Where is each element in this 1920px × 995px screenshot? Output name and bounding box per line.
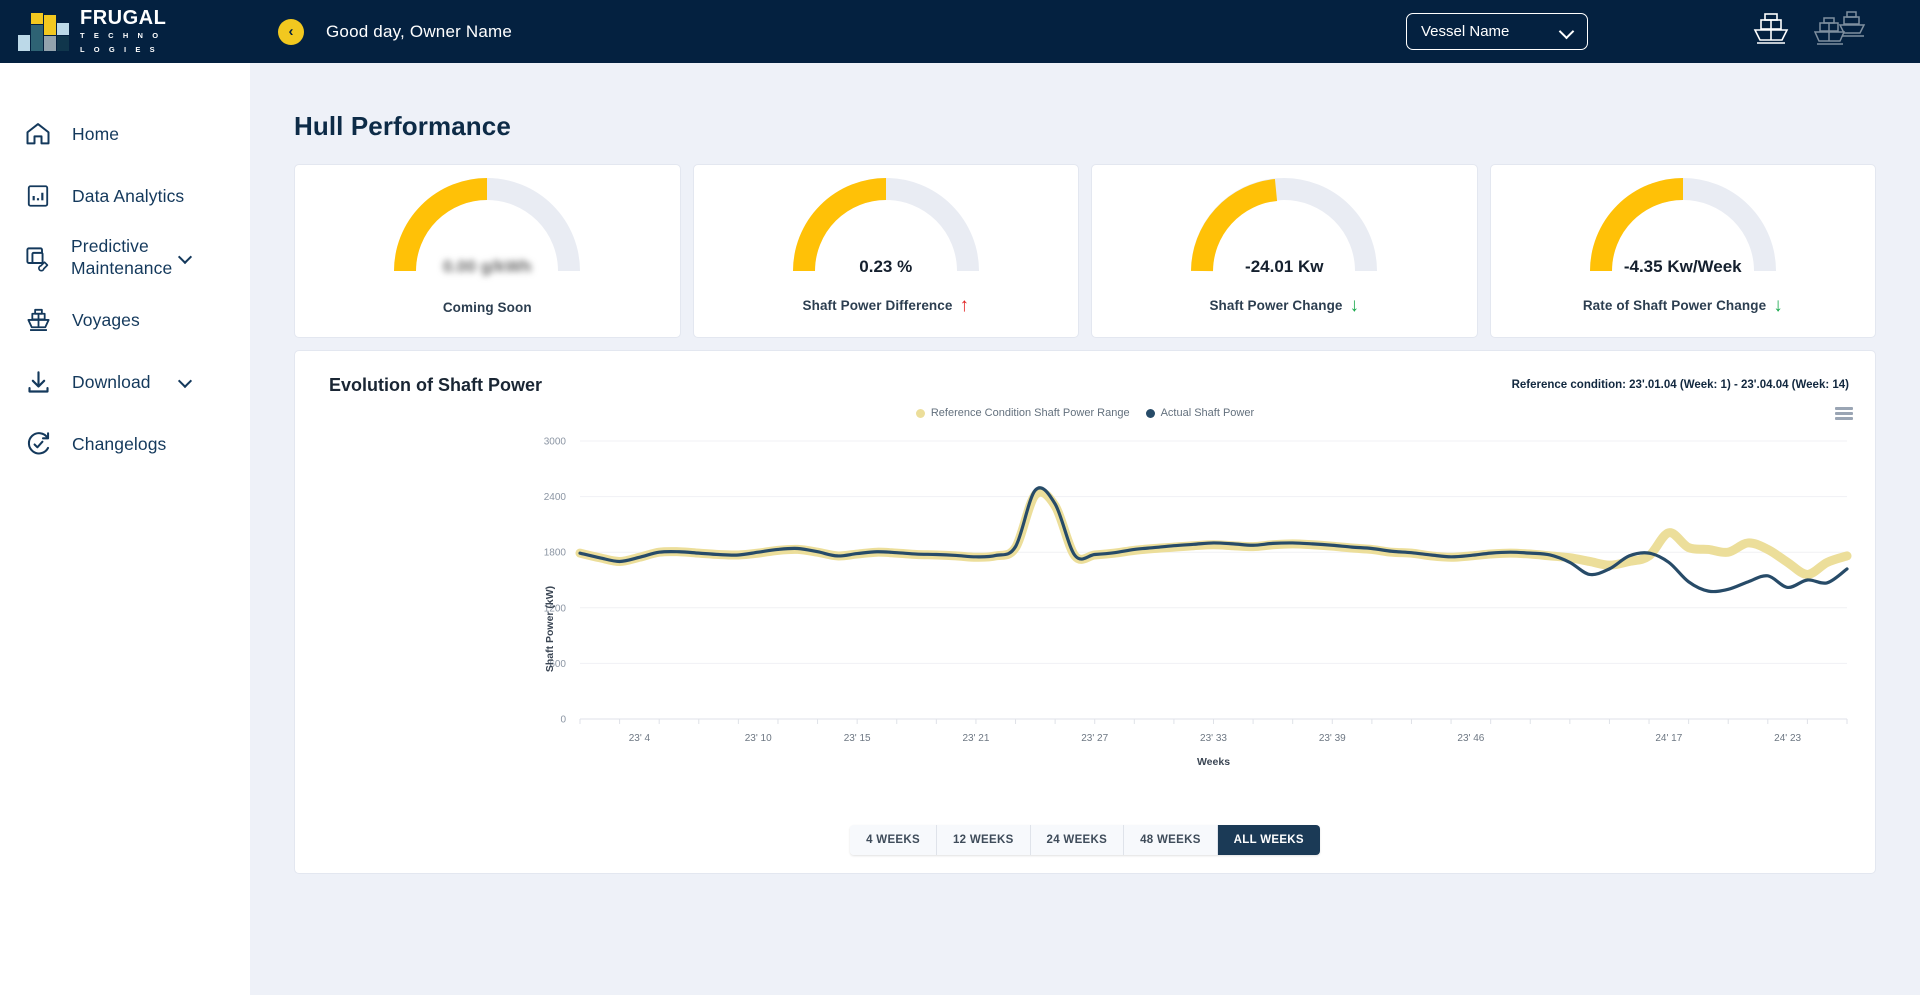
- svg-text:2400: 2400: [544, 492, 567, 503]
- kpi-label: Shaft Power Change: [1209, 298, 1343, 313]
- brand-name: FRUGAL: [80, 6, 167, 29]
- kpi-card-shaft-power-change: -24.01 Kw Shaft Power Change ↓: [1091, 164, 1478, 338]
- brand-logo[interactable]: FRUGAL T E C H N O L O G I E S: [18, 8, 208, 56]
- sidebar-item-label: Predictive Maintenance: [71, 236, 173, 278]
- sidebar-item-label: Voyages: [72, 309, 140, 330]
- svg-text:24' 17: 24' 17: [1655, 733, 1682, 744]
- home-icon: [20, 120, 56, 148]
- main-content: Hull Performance 0.00 g/kWh Coming Soon: [250, 63, 1920, 995]
- top-bar: FRUGAL T E C H N O L O G I E S ‹ Good da…: [0, 0, 1920, 63]
- svg-text:24' 23: 24' 23: [1774, 733, 1801, 744]
- chart-bar-icon: [20, 183, 56, 209]
- brand-tagline-2: L O G I E S: [80, 44, 159, 54]
- chart-title: Evolution of Shaft Power: [329, 375, 543, 395]
- time-range-selector: 4 WEEKS 12 WEEKS 24 WEEKS 48 WEEKS ALL W…: [295, 825, 1875, 855]
- kpi-label: Shaft Power Difference: [802, 298, 953, 313]
- legend-swatch-icon: [915, 408, 925, 418]
- svg-text:0: 0: [560, 715, 566, 726]
- svg-text:23' 27: 23' 27: [1081, 733, 1108, 744]
- greeting-text: Good day, Owner Name: [326, 21, 513, 41]
- kpi-value: 0.00 g/kWh: [442, 257, 532, 276]
- gauge-shaft-power-difference: 0.23 %: [786, 175, 986, 279]
- svg-text:23' 10: 23' 10: [745, 733, 772, 744]
- kpi-label: Rate of Shaft Power Change: [1582, 298, 1767, 313]
- vessel-select-value: Vessel Name: [1421, 23, 1510, 40]
- frugal-logo-mark: [18, 12, 70, 51]
- shaft-power-line-chart: 06001200180024003000Shaft Power (kW)23' …: [544, 437, 1852, 768]
- svg-text:3000: 3000: [544, 437, 567, 448]
- gauge-shaft-power-change: -24.01 Kw: [1184, 175, 1384, 279]
- svg-text:Weeks: Weeks: [1197, 756, 1230, 768]
- vessel-select-dropdown[interactable]: Vessel Name: [1406, 13, 1588, 50]
- kpi-value: 0.23 %: [859, 257, 913, 276]
- brand-tagline-1: T E C H N O: [80, 30, 162, 40]
- chevron-down-icon[interactable]: [180, 376, 192, 388]
- svg-text:23' 4: 23' 4: [629, 733, 651, 744]
- svg-text:23' 33: 23' 33: [1200, 733, 1227, 744]
- chevron-down-icon[interactable]: [180, 252, 192, 264]
- kpi-card-shaft-power-difference: 0.23 % Shaft Power Difference ↑: [692, 164, 1079, 338]
- range-button-24-weeks[interactable]: 24 WEEKS: [1030, 825, 1125, 855]
- chart-legend: Reference Condition Shaft Power Range Ac…: [295, 407, 1875, 419]
- refresh-check-icon: [20, 431, 56, 458]
- kpi-card-row: 0.00 g/kWh Coming Soon 0.23 % Shaft Powe…: [294, 164, 1876, 338]
- sidebar-item-label: Download: [72, 371, 151, 392]
- trend-down-arrow-icon: ↓: [1349, 295, 1360, 316]
- svg-text:23' 15: 23' 15: [844, 733, 871, 744]
- sidebar: Home Data Analytics Predictive Maintenan…: [0, 63, 250, 995]
- sidebar-item-label: Home: [72, 123, 120, 144]
- svg-text:23' 39: 23' 39: [1319, 733, 1346, 744]
- sidebar-item-home[interactable]: Home: [0, 103, 250, 165]
- chevron-down-icon: [1560, 25, 1573, 38]
- kpi-value: -24.01 Kw: [1245, 257, 1324, 276]
- sidebar-item-label: Data Analytics: [72, 185, 185, 206]
- legend-label: Actual Shaft Power: [1160, 407, 1255, 419]
- reference-condition-text: Reference condition: 23'.01.04 (Week: 1)…: [1511, 379, 1849, 391]
- shaft-power-chart-card: Evolution of Shaft Power Reference condi…: [294, 350, 1876, 874]
- legend-label: Reference Condition Shaft Power Range: [930, 407, 1130, 419]
- legend-swatch-icon: [1145, 408, 1155, 418]
- wrench-layers-icon: [20, 245, 55, 272]
- download-icon: [20, 369, 56, 396]
- chart-plot-area: 0 600 1200 1800 2400 3000 Shaft Power (kW) 23' …: [295, 429, 1875, 789]
- svg-text:23' 21: 23' 21: [962, 733, 989, 744]
- sidebar-item-predictive-maintenance[interactable]: Predictive Maintenance: [0, 227, 250, 289]
- svg-text:Shaft Power (kW): Shaft Power (kW): [544, 586, 556, 672]
- gauge-rate-of-shaft-power-change: -4.35 Kw/Week: [1583, 175, 1783, 279]
- sidebar-item-data-analytics[interactable]: Data Analytics: [0, 165, 250, 227]
- kpi-value: -4.35 Kw/Week: [1623, 257, 1742, 276]
- legend-item-actual[interactable]: Actual Shaft Power: [1145, 407, 1255, 419]
- hamburger-menu-icon[interactable]: [1835, 407, 1853, 420]
- chevron-left-icon: ‹: [288, 23, 294, 40]
- range-button-12-weeks[interactable]: 12 WEEKS: [936, 825, 1031, 855]
- kpi-card-coming-soon: 0.00 g/kWh Coming Soon: [294, 164, 681, 338]
- legend-item-reference[interactable]: Reference Condition Shaft Power Range: [915, 407, 1130, 419]
- multi-ship-icon[interactable]: [1813, 10, 1872, 55]
- svg-text:23' 46: 23' 46: [1457, 733, 1484, 744]
- back-button[interactable]: ‹: [278, 18, 304, 45]
- ship-icon: [20, 307, 56, 334]
- single-ship-icon[interactable]: [1750, 10, 1792, 55]
- range-button-all-weeks[interactable]: ALL WEEKS: [1217, 825, 1320, 855]
- sidebar-item-download[interactable]: Download: [0, 351, 250, 413]
- sidebar-item-label: Changelogs: [72, 433, 167, 454]
- kpi-label: Coming Soon: [442, 300, 532, 315]
- page-title: Hull Performance: [294, 111, 511, 141]
- kpi-card-rate-of-shaft-power-change: -4.35 Kw/Week Rate of Shaft Power Change…: [1489, 164, 1876, 338]
- svg-text:1800: 1800: [544, 548, 567, 559]
- trend-up-arrow-icon: ↑: [959, 295, 970, 316]
- sidebar-item-voyages[interactable]: Voyages: [0, 289, 250, 351]
- range-button-48-weeks[interactable]: 48 WEEKS: [1124, 825, 1218, 855]
- trend-down-arrow-icon: ↓: [1773, 295, 1783, 316]
- range-button-4-weeks[interactable]: 4 WEEKS: [850, 825, 937, 855]
- gauge-coming-soon: 0.00 g/kWh: [387, 175, 587, 279]
- sidebar-item-changelogs[interactable]: Changelogs: [0, 413, 250, 475]
